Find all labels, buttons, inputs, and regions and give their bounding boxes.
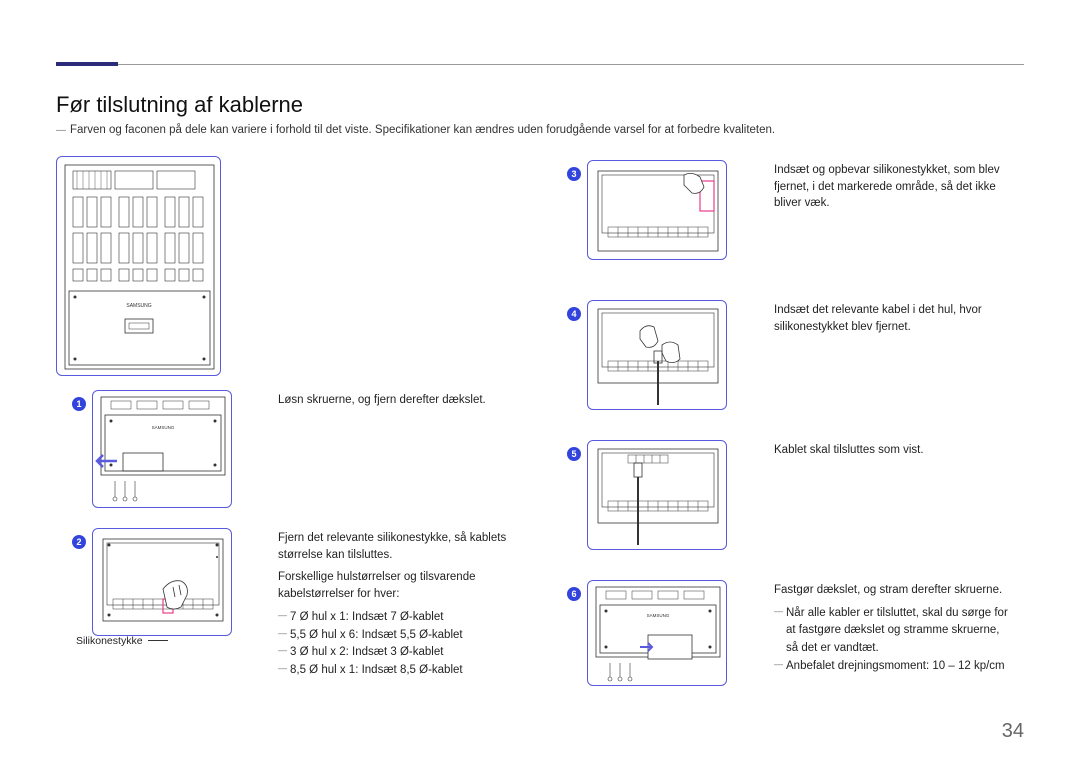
diagram-step-5: [587, 440, 727, 550]
diagram-product-back: SAMSUNG: [56, 156, 221, 376]
diagram-step-2: [92, 528, 232, 636]
header-rule: [56, 64, 1024, 65]
diagram-step-6: SAMSUNG: [587, 580, 727, 686]
step-1-text: Løsn skruerne, og fjern derefter dækslet…: [278, 392, 498, 409]
svg-text:SAMSUNG: SAMSUNG: [126, 303, 151, 309]
step-3-badge: 3: [567, 167, 581, 181]
step-1-badge: 1: [72, 397, 86, 411]
step-2-bullet-2: 5,5 Ø hul x 6: Indsæt 5,5 Ø-kablet: [278, 627, 508, 645]
step-4-text: Indsæt det relevante kabel i det hul, hv…: [774, 302, 1004, 335]
step-2-bullet-3: 3 Ø hul x 2: Indsæt 3 Ø-kablet: [278, 644, 508, 662]
diagram-step-1: SAMSUNG: [92, 390, 232, 508]
step-2-line1: Fjern det relevante silikonestykke, så k…: [278, 530, 508, 563]
step-2-text: Fjern det relevante silikonestykke, så k…: [278, 530, 508, 680]
header-accent: [56, 62, 118, 66]
diagram-step-4: [587, 300, 727, 410]
step-2-bullet-4: 8,5 Ø hul x 1: Indsæt 8,5 Ø-kablet: [278, 662, 508, 680]
step-5-text: Kablet skal tilsluttes som vist.: [774, 442, 1004, 459]
step-6-bullet-2: Anbefalet drejningsmoment: 10 – 12 kp/cm: [774, 658, 1012, 676]
svg-text:SAMSUNG: SAMSUNG: [152, 425, 175, 430]
step-3-text: Indsæt og opbevar silikonestykket, som b…: [774, 162, 1004, 212]
page-title: Før tilslutning af kablerne: [56, 92, 303, 118]
step-6-badge: 6: [567, 587, 581, 601]
svg-text:SAMSUNG: SAMSUNG: [647, 613, 670, 618]
step-2-line2: Forskellige hulstørrelser og tilsvarende…: [278, 569, 508, 602]
page-number: 34: [1002, 720, 1024, 743]
step-6-text: Fastgør dækslet, og stram derefter skrue…: [774, 582, 1012, 676]
silicone-callout-line: [148, 640, 168, 641]
step-6-bullet-1: Når alle kabler er tilsluttet, skal du s…: [774, 605, 1012, 658]
step-5-badge: 5: [567, 447, 581, 461]
diagram-step-3: [587, 160, 727, 260]
step-6-line1: Fastgør dækslet, og stram derefter skrue…: [774, 582, 1012, 599]
page-subtitle: Farven og faconen på dele kan variere i …: [56, 124, 775, 136]
step-2-badge: 2: [72, 535, 86, 549]
step-4-badge: 4: [567, 307, 581, 321]
step-2-bullet-1: 7 Ø hul x 1: Indsæt 7 Ø-kablet: [278, 609, 508, 627]
silicone-callout: Silikonestykke: [76, 635, 143, 647]
